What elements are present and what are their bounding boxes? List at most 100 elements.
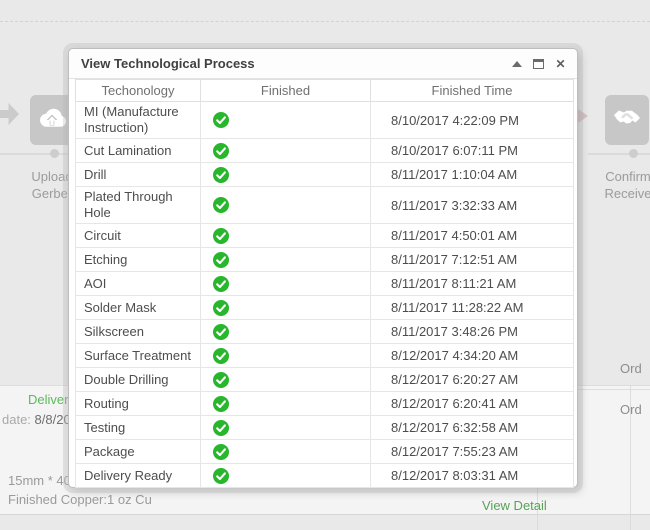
technology-cell: MI (Manufacture Instruction) <box>75 101 201 139</box>
finished-time-cell: 8/11/2017 7:12:51 AM <box>370 247 574 272</box>
top-dashed-divider <box>0 21 650 22</box>
finished-check-icon <box>213 395 229 412</box>
column-header-technology: Techonology <box>75 79 201 102</box>
table-row: Etching 8/11/2017 7:12:51 AM <box>75 247 574 272</box>
finished-time-cell: 8/12/2017 7:55:23 AM <box>370 439 574 464</box>
finished-check-icon <box>213 371 229 388</box>
finished-cell <box>200 247 371 272</box>
table-row: Cut Lamination 8/10/2017 6:07:11 PM <box>75 138 574 163</box>
finished-check-icon <box>213 299 229 316</box>
finished-check-icon <box>213 197 229 213</box>
finished-time-cell: 8/10/2017 4:22:09 PM <box>370 101 574 139</box>
finished-time-cell: 8/12/2017 6:20:27 AM <box>370 367 574 392</box>
finished-cell <box>200 101 371 139</box>
process-table: Techonology Finished Finished Time MI (M… <box>75 79 574 488</box>
finished-time-cell: 8/11/2017 4:50:01 AM <box>370 223 574 248</box>
table-row: AOI 8/11/2017 8:11:21 AM <box>75 271 574 296</box>
technology-cell: Etching <box>75 247 201 272</box>
finished-check-icon <box>213 275 229 292</box>
step-dot <box>50 149 59 158</box>
finished-time-cell: 8/11/2017 11:28:22 AM <box>370 295 574 320</box>
step-arrow-icon <box>578 109 588 123</box>
window-controls: ✕ <box>510 57 567 70</box>
finished-check-icon <box>213 142 229 159</box>
finished-check-icon <box>213 227 229 244</box>
page: Upload Gerber Confirm Receive Delivery d… <box>0 0 650 530</box>
technology-cell: Drill <box>75 162 201 187</box>
table-row: Silkscreen 8/11/2017 3:48:26 PM <box>75 319 574 344</box>
step-connector-line <box>588 153 650 155</box>
table-row: Solder Mask 8/11/2017 11:28:22 AM <box>75 295 574 320</box>
finished-cell <box>200 367 371 392</box>
technology-cell: Circuit <box>75 223 201 248</box>
column-header-finished: Finished <box>200 79 371 102</box>
finished-cell <box>200 186 371 224</box>
technology-cell: AOI <box>75 271 201 296</box>
handshake-icon <box>611 106 643 135</box>
table-row: MI (Manufacture Instruction) 8/10/2017 4… <box>75 101 574 139</box>
confirm-receive-step[interactable] <box>605 95 649 145</box>
close-icon: ✕ <box>555 56 566 71</box>
finished-cell <box>200 223 371 248</box>
finished-check-icon <box>213 112 229 128</box>
table-row: Package 8/12/2017 7:55:23 AM <box>75 439 574 464</box>
table-row: Testing 8/12/2017 6:32:58 AM <box>75 415 574 440</box>
dialog-title: View Technological Process <box>81 56 255 71</box>
finished-cell <box>200 439 371 464</box>
finished-time-cell: 8/11/2017 1:10:04 AM <box>370 162 574 187</box>
maximize-icon <box>533 58 544 69</box>
finished-time-cell: 8/11/2017 8:11:21 AM <box>370 271 574 296</box>
technology-cell: Cut Lamination <box>75 138 201 163</box>
finished-cell <box>200 295 371 320</box>
dialog-titlebar[interactable]: View Technological Process ✕ <box>69 49 577 79</box>
table-header-row: Techonology Finished Finished Time <box>75 79 574 102</box>
finished-check-icon <box>213 419 229 436</box>
view-detail-link[interactable]: View Detail <box>482 498 547 513</box>
finished-cell <box>200 415 371 440</box>
technology-cell: Delivery Ready <box>75 463 201 488</box>
finished-time-cell: 8/12/2017 6:32:58 AM <box>370 415 574 440</box>
table-row: Surface Treatment 8/12/2017 4:34:20 AM <box>75 343 574 368</box>
technology-cell: Solder Mask <box>75 295 201 320</box>
order-column-text: Ord <box>620 361 642 376</box>
step-dot <box>629 149 638 158</box>
table-row: Routing 8/12/2017 6:20:41 AM <box>75 391 574 416</box>
maximize-button[interactable] <box>532 57 545 70</box>
step-arrow-icon <box>0 103 19 125</box>
table-row: Circuit 8/11/2017 4:50:01 AM <box>75 223 574 248</box>
finished-time-cell: 8/12/2017 6:20:41 AM <box>370 391 574 416</box>
finished-cell <box>200 343 371 368</box>
finished-cell <box>200 271 371 296</box>
cloud-upload-icon <box>36 106 68 135</box>
view-technological-process-dialog: View Technological Process ✕ Techonology… <box>68 48 578 488</box>
technology-cell: Plated Through Hole <box>75 186 201 224</box>
close-button[interactable]: ✕ <box>554 57 567 70</box>
finished-cell <box>200 319 371 344</box>
column-header-finished-time: Finished Time <box>370 79 574 102</box>
technology-cell: Package <box>75 439 201 464</box>
finished-check-icon <box>213 443 229 460</box>
technology-cell: Silkscreen <box>75 319 201 344</box>
finished-check-icon <box>213 467 229 484</box>
finished-check-icon <box>213 166 229 183</box>
technology-cell: Routing <box>75 391 201 416</box>
finished-check-icon <box>213 251 229 268</box>
finished-cell <box>200 391 371 416</box>
collapse-button[interactable] <box>510 57 523 70</box>
finished-time-cell: 8/12/2017 4:34:20 AM <box>370 343 574 368</box>
finished-check-icon <box>213 323 229 340</box>
collapse-icon <box>511 60 522 67</box>
finished-time-cell: 8/12/2017 8:03:31 AM <box>370 463 574 488</box>
finished-time-cell: 8/11/2017 3:48:26 PM <box>370 319 574 344</box>
column-divider <box>630 385 631 530</box>
finished-cell <box>200 463 371 488</box>
technology-cell: Testing <box>75 415 201 440</box>
table-row: Double Drilling 8/12/2017 6:20:27 AM <box>75 367 574 392</box>
finished-time-cell: 8/10/2017 6:07:11 PM <box>370 138 574 163</box>
finished-cell <box>200 162 371 187</box>
technology-cell: Double Drilling <box>75 367 201 392</box>
finished-time-cell: 8/11/2017 3:32:33 AM <box>370 186 574 224</box>
finished-check-icon <box>213 347 229 364</box>
technology-cell: Surface Treatment <box>75 343 201 368</box>
finished-copper-text: Finished Copper:1 oz Cu <box>8 492 152 507</box>
